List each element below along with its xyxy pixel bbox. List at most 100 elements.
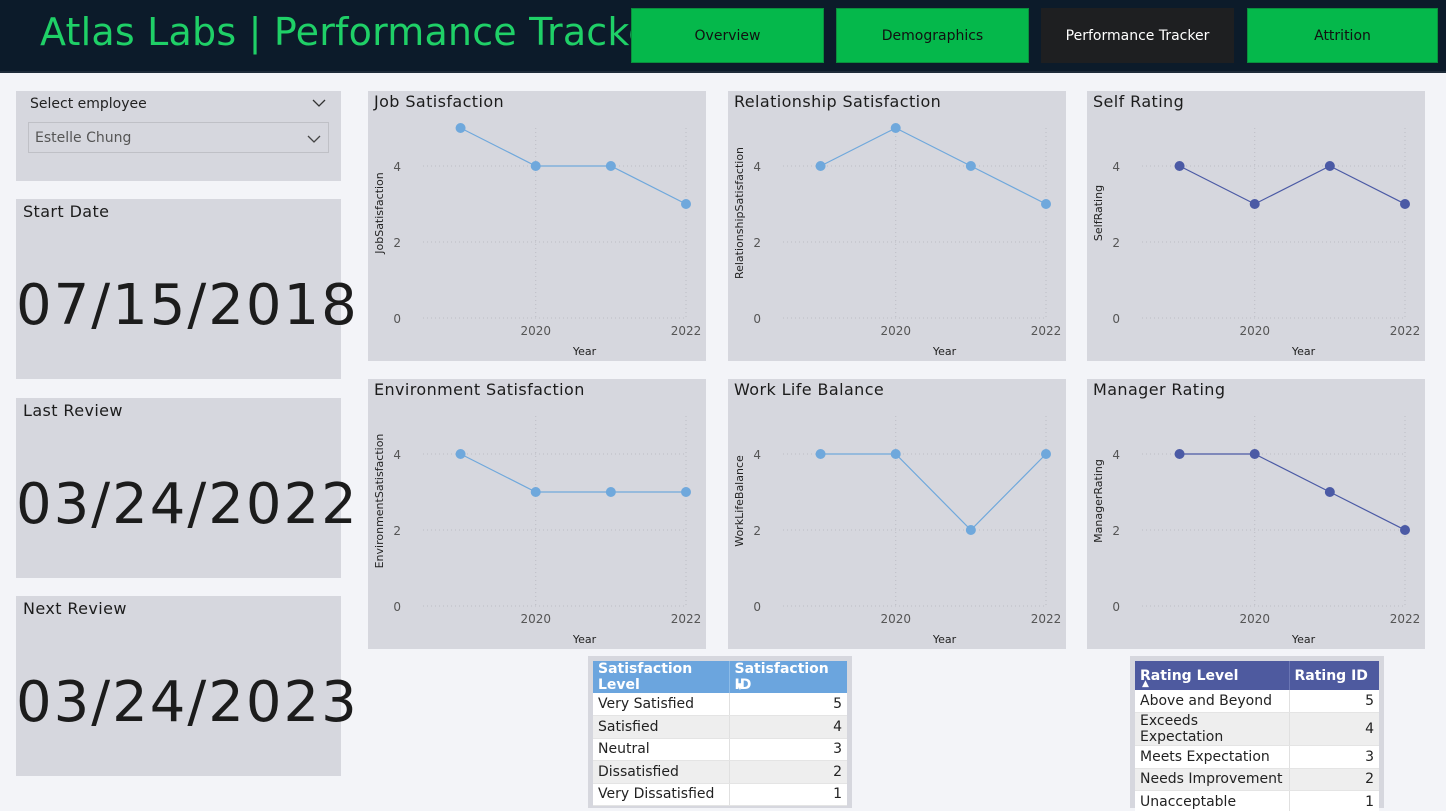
column-header-satisfaction-level[interactable]: Satisfaction Level [593,661,729,693]
x-tick-label: 2020 [880,324,911,338]
start-date-label: Start Date [23,202,110,221]
rating-level-cell: Exceeds Expectation [1135,712,1289,746]
self-rating-chart: 0 2 4 2020 2022 Year SelfRating Self Rating [1087,91,1425,361]
data-point[interactable] [1174,161,1185,171]
nav-demographics-button[interactable]: Demographics [836,8,1029,63]
data-point[interactable] [1400,199,1410,209]
chart-title: Work Life Balance [734,380,885,399]
chart-title: Manager Rating [1093,380,1226,399]
y-tick-label: 2 [393,236,401,250]
satisfaction-level-cell: Neutral [593,738,729,761]
x-tick-label: 2020 [520,612,551,626]
data-point[interactable] [605,487,616,497]
data-point[interactable] [1249,199,1260,209]
nav-overview-button[interactable]: Overview [631,8,824,63]
y-axis-title: WorkLifeBalance [733,455,746,547]
table-row: Exceeds Expectation 4 [1135,712,1379,746]
x-tick-label: 2020 [520,324,551,338]
y-axis-title: SelfRating [1092,185,1105,241]
table-row: Needs Improvement 2 [1135,768,1379,791]
nav-performance-tracker-button[interactable]: Performance Tracker [1041,8,1234,63]
y-axis-title: EnvironmentSatisfaction [373,434,386,569]
employee-dropdown[interactable]: Estelle Chung [28,122,329,153]
table-row: Satisfied 4 [593,715,847,739]
data-point[interactable] [965,161,976,171]
data-point[interactable] [530,161,541,171]
data-point[interactable] [890,123,901,133]
data-point[interactable] [890,449,901,459]
y-axis-title: RelationshipSatisfaction [733,147,746,279]
y-tick-label: 4 [753,160,761,174]
satisfaction-level-cell: Very Satisfied [593,693,729,716]
y-tick-label: 4 [393,448,401,462]
x-axis-title: Year [572,345,597,358]
sort-descending-icon: ▼ [736,682,744,692]
y-tick-label: 4 [393,160,401,174]
column-header-label: Rating Level [1140,667,1239,684]
table-row: Meets Expectation 3 [1135,745,1379,769]
next-review-card: Next Review 03/24/2023 [16,596,357,776]
data-point[interactable] [1324,487,1335,497]
data-point[interactable] [455,449,466,459]
start-date-card: Start Date 07/15/2018 [16,199,357,379]
chart-title: Relationship Satisfaction [734,92,942,111]
chart-title: Environment Satisfaction [374,380,585,399]
data-point[interactable] [1174,449,1185,459]
y-tick-label: 4 [1112,160,1120,174]
x-tick-label: 2022 [671,612,702,626]
y-axis-title: ManagerRating [1092,459,1105,543]
x-tick-label: 2022 [1390,612,1421,626]
x-axis-title: Year [572,633,597,646]
data-point[interactable] [965,525,976,535]
table-row: Dissatisfied 2 [593,760,847,784]
next-review-label: Next Review [23,599,127,618]
slicer-collapse-chevron-icon[interactable] [311,95,327,111]
satisfaction-level-cell: Satisfied [593,715,729,739]
data-point[interactable] [605,161,616,171]
table-row: Very Dissatisfied 1 [593,783,847,806]
table-row: Very Satisfied 5 [593,693,847,716]
x-tick-label: 2020 [880,612,911,626]
last-review-value: 03/24/2022 [16,472,359,537]
table-header-row: Rating Level ▲ Rating ID [1135,661,1379,690]
column-header-rating-level[interactable]: Rating Level ▲ [1135,661,1289,690]
y-tick-label: 0 [753,312,761,326]
data-point[interactable] [815,161,826,171]
data-point[interactable] [530,487,541,497]
y-tick-label: 2 [1112,524,1120,538]
column-header-rating-id[interactable]: Rating ID [1288,661,1379,690]
rating-table-container: Rating Level ▲ Rating ID Above and Beyon… [1130,656,1384,811]
data-point[interactable] [1041,449,1051,459]
line-chart-svg: 0 2 4 2020 2022 Year JobSatisfaction [373,123,701,358]
column-header-label: Satisfaction ID [734,661,829,693]
x-axis-title: Year [1291,345,1316,358]
column-header-satisfaction-id[interactable]: Satisfaction ID ▼ [728,661,847,693]
satisfaction-id-cell: 4 [728,715,847,739]
work-life-balance-chart: 0 2 4 2020 2022 Year WorkLifeBalance Work Life… [728,379,1066,649]
sort-ascending-icon: ▲ [1142,679,1149,689]
data-point[interactable] [455,123,466,133]
series-line [820,127,1047,205]
data-point[interactable] [681,199,691,209]
y-tick-label: 2 [753,236,761,250]
nav-attrition-button[interactable]: Attrition [1247,8,1438,63]
data-point[interactable] [681,487,691,497]
slicer-title: Select employee [30,96,147,112]
y-tick-label: 0 [1112,600,1120,614]
chart-title: Self Rating [1093,92,1185,111]
x-axis-title: Year [932,633,957,646]
data-point[interactable] [815,449,826,459]
data-point[interactable] [1249,449,1260,459]
rating-id-cell: 3 [1288,745,1379,769]
y-tick-label: 0 [393,312,401,326]
x-tick-label: 2022 [1390,324,1421,338]
data-point[interactable] [1400,525,1410,535]
line-chart-svg: 0 2 4 2020 2022 Year ManagerRating [1092,416,1421,646]
manager-rating-chart: 0 2 4 2020 2022 Year ManagerRating Manager Rat… [1087,379,1425,649]
y-tick-label: 0 [753,600,761,614]
data-point[interactable] [1041,199,1051,209]
employee-dropdown-value: Estelle Chung [35,130,132,146]
table-row: Above and Beyond 5 [1135,690,1379,713]
data-point[interactable] [1324,161,1335,171]
x-tick-label: 2020 [1239,612,1270,626]
